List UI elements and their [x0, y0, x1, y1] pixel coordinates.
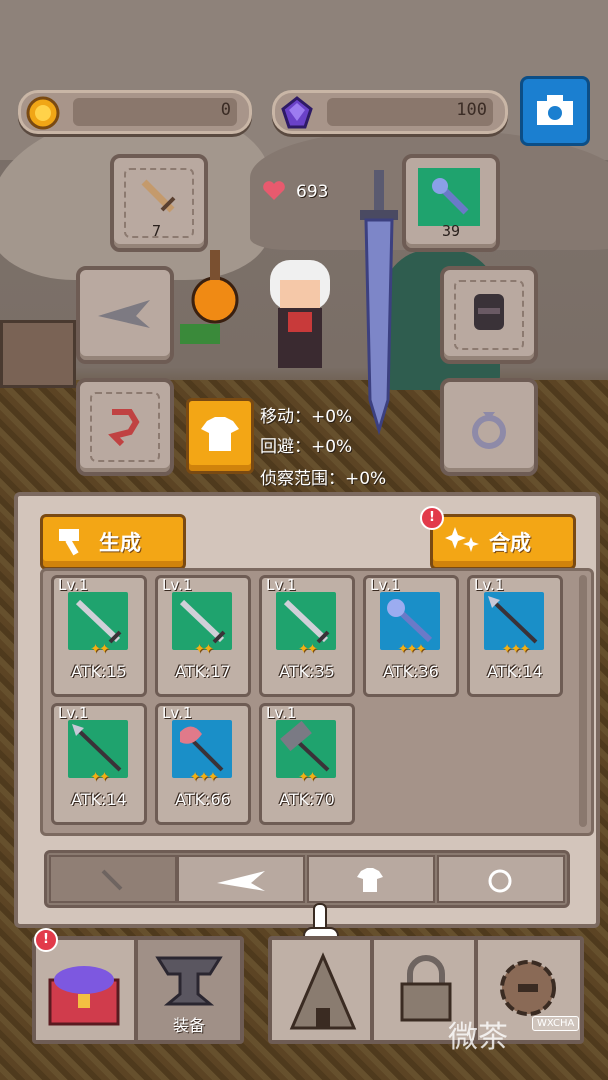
synth-button[interactable]: 合成 — [430, 514, 576, 570]
watermark: 微茶 — [448, 1020, 508, 1055]
heart-icon — [263, 181, 285, 200]
big-sword — [360, 170, 398, 436]
chest-badge: ! — [34, 928, 58, 952]
card-attack: ATK:36 — [383, 662, 439, 681]
card-level: Lv.1 — [162, 576, 193, 594]
card-level: Lv.1 — [266, 576, 297, 594]
weapon-card[interactable]: Lv.1 ✦✦✦ ATK:14 — [467, 575, 563, 697]
sword-icon — [141, 179, 176, 213]
weapon-card[interactable]: Lv.1 ✦✦✦ ATK:66 — [155, 703, 251, 825]
sword-tab-icon — [101, 869, 123, 891]
sparkle-icon — [445, 527, 479, 552]
ring-slot[interactable] — [440, 378, 538, 476]
stat-move: 移动：+0% — [260, 407, 353, 427]
card-attack: ATK:17 — [175, 662, 231, 681]
ring-icon — [472, 412, 506, 449]
weapon-left-count: 7 — [152, 222, 162, 240]
card-stars: ✦✦✦ — [189, 770, 219, 785]
helmet-slot[interactable] — [440, 266, 538, 364]
gem-icon — [281, 96, 313, 129]
anvil-icon — [155, 956, 223, 1006]
card-attack: ATK:15 — [71, 662, 127, 681]
card-attack: ATK:14 — [487, 662, 543, 681]
weapon-card[interactable]: Lv.1 ✦✦ ATK:17 — [155, 575, 251, 697]
card-level: Lv.1 — [474, 576, 505, 594]
weapon-right-count: 39 — [442, 222, 461, 240]
weapon-card[interactable]: Lv.1 ✦✦ ATK:15 — [51, 575, 147, 697]
card-attack: ATK:35 — [279, 662, 335, 681]
gem-bar: 100 — [272, 90, 508, 134]
card-level: Lv.1 — [58, 576, 89, 594]
weapon-slot-left[interactable]: 7 — [110, 154, 208, 252]
wing-slot[interactable] — [76, 266, 174, 364]
camera-icon — [537, 95, 573, 125]
gold-coin-icon — [26, 96, 60, 130]
card-attack: ATK:66 — [175, 790, 231, 809]
card-stars: ✦✦✦ — [397, 642, 427, 657]
hook-icon — [108, 409, 140, 447]
weapon-card[interactable]: Lv.1 ✦✦✦ ATK:36 — [363, 575, 459, 697]
weapon-card[interactable]: Lv.1 ✦✦ ATK:35 — [259, 575, 355, 697]
ring-tab-icon — [488, 869, 512, 893]
tower-icon — [289, 952, 357, 1030]
card-level: Lv.1 — [162, 704, 193, 722]
card-stars: ✦✦ — [90, 770, 110, 785]
camera-button[interactable] — [520, 76, 590, 146]
stat-scout: 侦察范围：+0% — [260, 469, 387, 489]
generate-button[interactable]: 生成 — [40, 514, 186, 570]
tab-weapons[interactable] — [49, 855, 177, 903]
nav-equip-label: 装备 — [172, 1016, 205, 1035]
hammer-icon — [59, 529, 79, 556]
hero-character — [180, 250, 330, 368]
card-stars: ✦✦ — [298, 770, 318, 785]
synth-badge: ! — [420, 506, 444, 530]
watermark-small: WXCHA — [532, 1016, 580, 1031]
scrollbar[interactable] — [579, 575, 587, 827]
weapon-card[interactable]: Lv.1 ✦✦ ATK:14 — [51, 703, 147, 825]
card-stars: ✦✦✦ — [501, 642, 531, 657]
card-level: Lv.1 — [58, 704, 89, 722]
tab-wings[interactable] — [177, 855, 305, 903]
card-level: Lv.1 — [266, 704, 297, 722]
card-attack: ATK:14 — [71, 790, 127, 809]
generate-label: 生成 — [99, 531, 141, 555]
helmet-icon — [474, 294, 504, 330]
card-stars: ✦✦ — [298, 642, 318, 657]
gem-amount: 100 — [456, 100, 487, 120]
mace-icon — [432, 178, 469, 215]
card-stars: ✦✦ — [194, 642, 214, 657]
wing-icon — [98, 300, 150, 328]
treasure-chest-icon — [48, 966, 120, 1026]
armor-tab-icon — [357, 868, 383, 892]
signpost — [0, 320, 76, 388]
armor-slot[interactable] — [186, 398, 254, 474]
gold-bar: 0 — [18, 90, 252, 134]
accessory-slot[interactable] — [76, 378, 174, 476]
tab-armor[interactable] — [307, 855, 435, 903]
weapon-slot-right[interactable]: 39 — [402, 154, 500, 252]
card-stars: ✦✦ — [90, 642, 110, 657]
weapon-card[interactable]: Lv.1 ✦✦ ATK:70 — [259, 703, 355, 825]
synth-label: 合成 — [489, 531, 531, 555]
shirt-icon — [201, 417, 239, 451]
weapon-grid: Lv.1 ✦✦ ATK:15 Lv.1 ✦✦ ATK:17 Lv.1 ✦✦ ATK:35 Lv.1… — [40, 568, 594, 836]
card-level: Lv.1 — [370, 576, 401, 594]
gold-amount: 0 — [220, 100, 231, 120]
hp-value: 693 — [296, 182, 329, 202]
category-tabs — [44, 850, 570, 908]
nav-equip[interactable]: 装备 — [134, 936, 244, 1044]
nav-chest[interactable] — [32, 936, 142, 1044]
tab-rings[interactable] — [437, 855, 565, 903]
wing-tab-icon — [217, 871, 265, 891]
game-screen: 0 100 7 39 693 移动：+0% 回避：+0% 侦察范围：+0% 生成… — [0, 0, 608, 1080]
card-attack: ATK:70 — [279, 790, 335, 809]
nav-tower[interactable] — [268, 936, 378, 1044]
stat-dodge: 回避：+0% — [260, 437, 353, 457]
